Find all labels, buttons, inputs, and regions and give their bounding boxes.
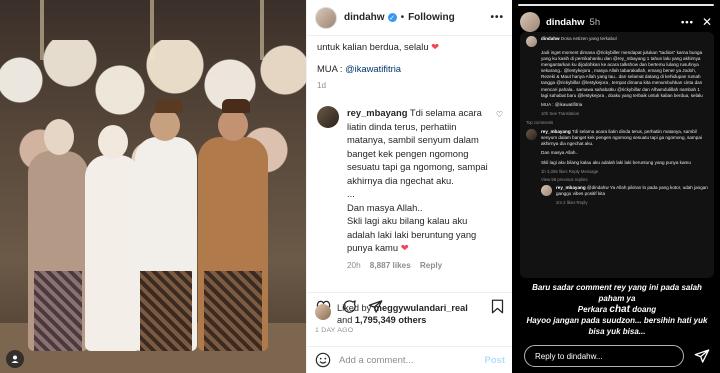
heart-emoji-icon: ❤	[431, 41, 440, 52]
mua-mention-link[interactable]: @ikawatifitria	[345, 63, 401, 74]
comment-text-1: Tdi selama acara liatin dinda terus, per…	[347, 107, 488, 186]
comment-likes[interactable]: 8,887 likes	[370, 261, 411, 270]
liked-by-and: and	[337, 315, 353, 325]
liked-by-prefix: Liked by	[337, 303, 372, 313]
comment-text-2: Dan masya Allah..	[347, 201, 423, 213]
story-caption-line-2b: chat	[609, 304, 630, 315]
comment-username[interactable]: rey_mbayang	[347, 107, 407, 118]
post-header: dindahw ✓ • Following •••	[307, 0, 512, 36]
story-header: dindahw 5h ••• ✕	[520, 12, 712, 32]
add-comment-input[interactable]: Add a comment...	[339, 355, 413, 366]
story-caption-line-3: Hayoo jangan pada suudzon... bersihin ha…	[526, 316, 708, 336]
comment-time: 20h	[347, 260, 361, 270]
liker-avatar[interactable]	[315, 304, 331, 320]
send-icon[interactable]	[694, 348, 710, 364]
following-button[interactable]: Following	[408, 12, 455, 23]
story-progress-bar	[518, 4, 714, 6]
caption-time: 1d	[317, 81, 327, 90]
more-options-icon[interactable]: •••	[490, 12, 504, 23]
shot-reply-user: rey_mbayang	[556, 184, 586, 190]
shot-comment-text-3: Skli lagi aku bilang kalau aku adalah la…	[541, 159, 691, 165]
comment-text-3: Skli lagi aku bilang kalau aku adalah la…	[347, 215, 477, 253]
comment-reply-button[interactable]: Reply	[420, 261, 442, 270]
story-caption-line-2c: doang	[632, 305, 657, 314]
shot-comment-meta: 1h 3,356 likes Reply Message	[541, 168, 599, 174]
post-comment-button[interactable]: Post	[484, 355, 505, 366]
liked-by-user-link[interactable]: meggywulandari_real	[374, 303, 468, 313]
caption-tail: untuk kalian berdua, selalu	[317, 41, 429, 52]
shot-reply-meta: 2m 2 likes Reply	[556, 200, 588, 206]
close-icon[interactable]: ✕	[702, 15, 712, 29]
comment-like-heart-icon[interactable]: ♡	[496, 110, 503, 119]
emoji-icon[interactable]	[315, 352, 331, 368]
story-avatar[interactable]	[520, 12, 540, 32]
story-username[interactable]: dindahw	[546, 17, 585, 28]
add-comment-bar: Add a comment... Post	[307, 346, 513, 373]
shot-comment-avatar	[526, 128, 537, 140]
comment-item: rey_mbayang Tdi selama acara liatin dind…	[317, 106, 503, 270]
caption-mua: MUA : @ikawatifitria	[317, 62, 503, 76]
shot-caption-body: Jadi inget moment dimana @rickybiller me…	[541, 50, 703, 98]
separator-dot: •	[400, 12, 405, 23]
tagged-people-icon[interactable]	[6, 350, 24, 368]
bookmark-icon[interactable]	[489, 299, 505, 315]
shot-caption-meta: 10h See Translation	[541, 110, 580, 116]
story-more-icon[interactable]: •••	[681, 17, 694, 28]
heart-emoji-icon: ❤	[400, 242, 409, 253]
comment-avatar[interactable]	[317, 106, 339, 128]
caption-text: untuk kalian berdua, selalu ❤	[317, 40, 503, 54]
story-caption-line-1: Baru sadar comment rey yang ini pada sal…	[532, 283, 702, 303]
verified-badge-icon: ✓	[387, 13, 397, 22]
shot-view-replies: View 58 previous replies	[541, 176, 588, 182]
post-photo[interactable]	[0, 0, 306, 373]
comment-meta: 20h 8,887 likes Reply	[347, 261, 492, 270]
story-screenshot: dindahw 5h ••• ✕ dindahw Dosa netizen ya…	[512, 0, 720, 373]
post-timestamp: 1 DAY AGO	[315, 327, 354, 334]
post-panel: dindahw ✓ • Following ••• untuk kalian b…	[306, 0, 513, 373]
post-username[interactable]: dindahw	[344, 12, 385, 23]
shot-comment-text-2: Dan masya Allah..	[541, 150, 579, 156]
story-caption: Baru sadar comment rey yang ini pada sal…	[526, 282, 708, 337]
shot-caption-head: Dosa netizen yang terkabul	[560, 36, 617, 41]
shot-caption-avatar	[526, 36, 537, 47]
shot-reply-avatar	[541, 184, 552, 196]
comment-ellipsis: ...	[347, 188, 355, 199]
liked-by-others-link[interactable]: 1,795,349 others	[355, 315, 427, 325]
mua-label: MUA :	[317, 62, 343, 74]
avatar[interactable]	[315, 6, 337, 29]
shot-comment-user: rey_mbayang	[541, 128, 571, 134]
story-reply-input[interactable]: Reply to dindahw...	[524, 345, 684, 367]
story-embedded-screenshot: dindahw Dosa netizen yang terkabul Jadi …	[520, 32, 714, 278]
shot-caption-user: dindahw	[541, 36, 560, 41]
shot-top-comments: Top comments	[526, 119, 554, 125]
comments-list[interactable]: untuk kalian berdua, selalu ❤ MUA : @ika…	[307, 36, 513, 292]
story-time: 5h	[589, 16, 601, 28]
shot-caption-mua: MUA : @ikawatifitria	[541, 101, 583, 107]
story-caption-line-2a: Perkara	[577, 305, 608, 314]
